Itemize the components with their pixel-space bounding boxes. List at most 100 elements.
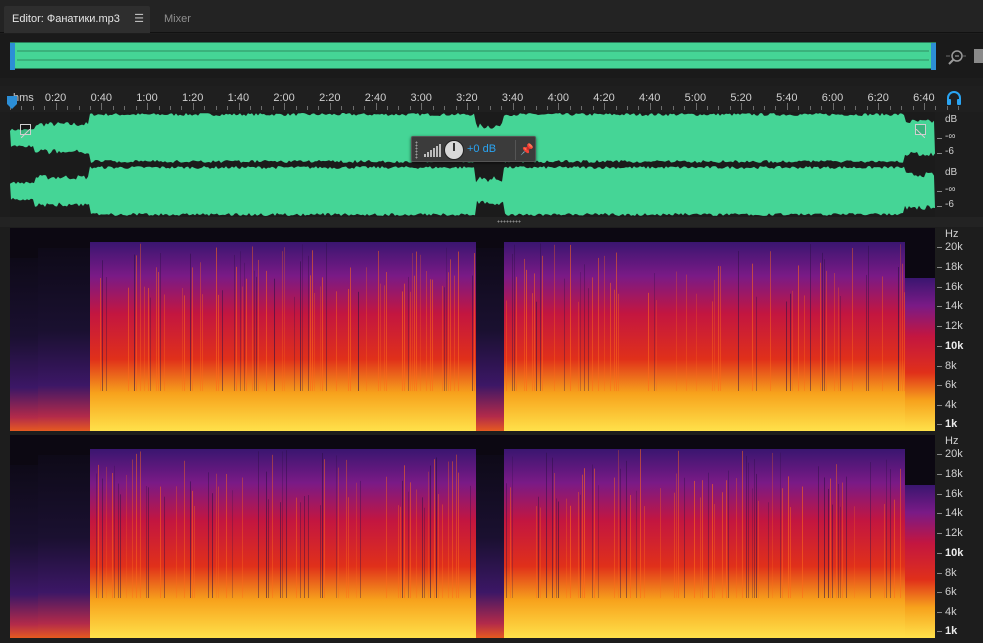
time-tick	[809, 106, 811, 110]
overview-waveform[interactable]	[10, 42, 936, 70]
time-tick	[638, 106, 640, 110]
time-tick	[661, 106, 663, 110]
time-tick	[855, 106, 857, 110]
spectrogram-break	[476, 248, 504, 431]
amplitude-value[interactable]: +0 dB	[467, 143, 496, 155]
time-tick	[832, 103, 834, 110]
hz-tick	[937, 612, 942, 613]
zoom-icon[interactable]	[946, 47, 966, 67]
time-tick	[512, 103, 514, 110]
time-tick	[409, 106, 411, 110]
time-tick	[467, 103, 468, 110]
time-tick	[32, 106, 34, 110]
time-tick	[626, 106, 628, 110]
time-tick	[501, 106, 503, 110]
time-tick	[729, 106, 731, 110]
hz-tick	[937, 424, 942, 425]
time-tick	[387, 106, 389, 110]
spectrogram-channel-left[interactable]	[10, 228, 935, 431]
pin-icon[interactable]: 📌	[520, 143, 534, 157]
splitter-grip[interactable]	[497, 220, 521, 223]
db-tick	[937, 206, 942, 207]
hz-label: 14k	[945, 300, 963, 313]
time-tick	[866, 106, 868, 110]
tab-editor-label: Editor: Фанатики.mp3	[12, 13, 120, 25]
time-tick	[844, 106, 846, 110]
hz-label: 10k	[945, 546, 964, 559]
time-tick	[67, 106, 69, 110]
spectrogram-outro	[905, 485, 935, 638]
time-tick	[581, 106, 583, 110]
headphones-icon[interactable]	[946, 90, 962, 106]
time-tick	[227, 106, 229, 110]
db-label-upper: -∞	[945, 184, 956, 195]
time-tick	[752, 106, 754, 110]
time-tick	[604, 103, 606, 110]
hz-label: 12k	[945, 527, 963, 539]
spectrogram-section	[504, 449, 905, 638]
time-tick	[764, 106, 766, 110]
time-tick	[44, 106, 46, 110]
tab-mixer[interactable]: Mixer	[156, 6, 199, 33]
panel-splitter[interactable]	[0, 217, 983, 227]
time-tick	[592, 106, 594, 110]
time-tick	[55, 103, 57, 110]
time-tick	[272, 106, 274, 110]
hz-label: 16k	[945, 280, 963, 293]
time-tick	[101, 103, 103, 110]
time-tick	[432, 106, 434, 110]
hz-tick	[937, 572, 942, 574]
time-tick	[295, 106, 297, 110]
overview-range-end-handle[interactable]	[931, 43, 936, 70]
time-tick	[215, 106, 217, 110]
time-tick	[375, 103, 377, 110]
time-tick	[249, 106, 251, 110]
amplitude-knob[interactable]	[444, 140, 464, 160]
amplitude-hud[interactable]: +0 dB 📌	[411, 136, 536, 162]
time-tick	[798, 106, 800, 110]
time-tick	[569, 106, 571, 110]
hz-tick	[937, 385, 942, 387]
tab-editor[interactable]: Editor: Фанатики.mp3 ☰	[4, 6, 150, 33]
waveform-shape	[10, 166, 935, 216]
time-tick	[741, 103, 743, 110]
hz-tick	[937, 592, 942, 594]
time-tick	[478, 106, 480, 110]
panel-toggle-icon[interactable]	[974, 49, 983, 63]
overview-range-start-handle[interactable]	[10, 43, 15, 70]
hz-tick	[937, 266, 942, 268]
time-tick	[946, 106, 948, 110]
waveform-display[interactable]	[10, 112, 935, 217]
fade-out-handle[interactable]	[915, 124, 926, 139]
time-tick	[181, 106, 183, 110]
spectrogram-intro	[38, 248, 90, 431]
playhead-marker-icon[interactable]	[7, 96, 17, 110]
spectrogram-intro	[10, 465, 38, 638]
time-tick	[352, 106, 354, 110]
time-tick	[261, 106, 263, 110]
time-tick	[238, 103, 240, 110]
hz-label: 1k	[945, 418, 958, 430]
hz-tick	[937, 513, 942, 515]
time-ruler[interactable]: hms 0:20 0:40 1:00 1:20 1:40 2:00 2:20 2:40 3:00…	[0, 86, 983, 112]
hz-unit: Hz	[945, 435, 959, 447]
time-tick	[935, 106, 937, 110]
spectrogram-intro	[10, 258, 38, 431]
time-tick	[695, 103, 697, 110]
time-tick	[284, 103, 286, 110]
fade-in-handle[interactable]	[20, 124, 31, 139]
hz-tick	[937, 493, 942, 495]
waveform-channel-right[interactable]	[10, 165, 935, 217]
hz-label: 1k	[945, 625, 958, 637]
hz-tick	[937, 631, 942, 632]
hud-drag-grip[interactable]	[415, 141, 418, 159]
hz-label: 12k	[945, 320, 963, 332]
menu-lines-icon[interactable]: ☰	[134, 6, 144, 33]
spectrogram-outro	[905, 278, 935, 431]
spectrogram-channel-right[interactable]	[10, 435, 935, 638]
hz-tick	[937, 286, 942, 288]
db-label-upper: -∞	[945, 131, 956, 142]
time-tick	[912, 106, 914, 110]
time-tick	[672, 106, 674, 110]
time-tick	[364, 106, 366, 110]
